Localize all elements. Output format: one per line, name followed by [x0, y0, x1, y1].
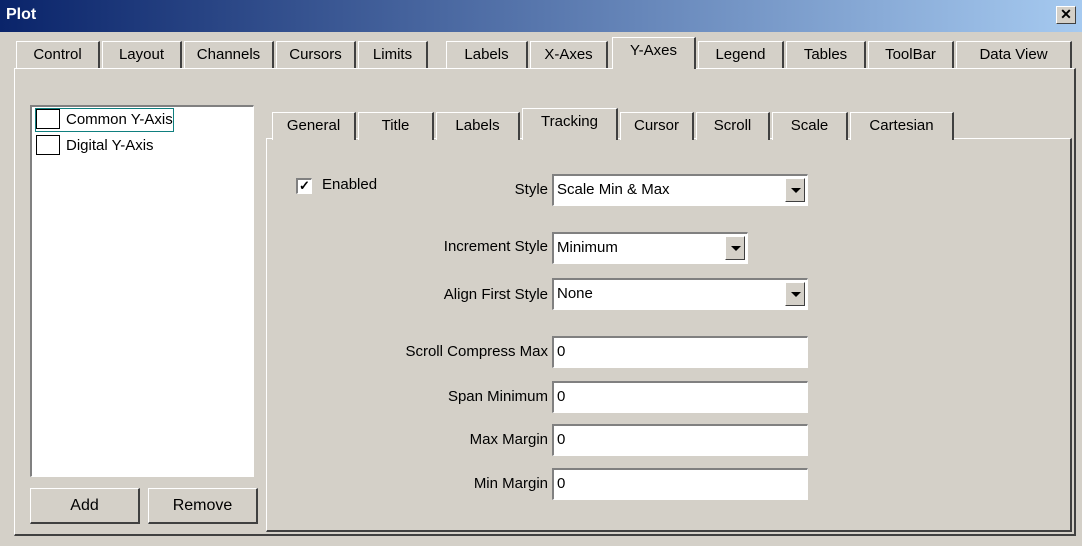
scroll-compress-max-label: Scroll Compress Max	[405, 343, 548, 360]
max-margin-field[interactable]: 0	[552, 424, 808, 456]
remove-button[interactable]: Remove	[148, 488, 258, 524]
window-title: Plot	[6, 6, 37, 23]
align-first-style-select[interactable]: None	[552, 278, 808, 310]
style-label: Style	[514, 181, 548, 198]
tab-toolbar[interactable]: ToolBar	[868, 41, 954, 69]
list-item-label: Digital Y-Axis	[66, 137, 154, 154]
list-item[interactable]: Digital Y-Axis	[36, 135, 154, 157]
tab-channels[interactable]: Channels	[184, 41, 274, 69]
tab-legend[interactable]: Legend	[698, 41, 784, 69]
style-value: Scale Min & Max	[557, 181, 670, 198]
title-bar: Plot ✕	[0, 0, 1082, 32]
enabled-checkbox[interactable]: ✓	[296, 178, 312, 194]
close-icon[interactable]: ✕	[1056, 6, 1076, 24]
increment-style-value: Minimum	[557, 239, 618, 256]
tab-tables[interactable]: Tables	[786, 41, 866, 69]
tab-general[interactable]: General	[272, 112, 356, 140]
add-button[interactable]: Add	[30, 488, 140, 524]
tab-sub-labels[interactable]: Labels	[436, 112, 520, 140]
align-first-style-label: Align First Style	[443, 286, 548, 303]
span-minimum-label: Span Minimum	[447, 388, 548, 405]
span-minimum-field[interactable]: 0	[552, 381, 808, 413]
axis-list[interactable]: Common Y-Axis Digital Y-Axis	[30, 105, 254, 477]
enabled-label: Enabled	[322, 176, 378, 193]
chevron-down-icon[interactable]	[785, 178, 805, 202]
axis-checkbox[interactable]	[36, 109, 60, 130]
tab-x-axes[interactable]: X-Axes	[530, 41, 608, 69]
max-margin-label: Max Margin	[469, 431, 548, 448]
tab-labels[interactable]: Labels	[446, 41, 528, 69]
chevron-down-icon[interactable]	[725, 236, 745, 260]
tab-data-view[interactable]: Data View	[956, 41, 1072, 69]
tab-cartesian[interactable]: Cartesian	[850, 112, 954, 140]
tab-cursors[interactable]: Cursors	[276, 41, 356, 69]
tab-cursor[interactable]: Cursor	[620, 112, 694, 140]
tab-title[interactable]: Title	[358, 112, 434, 140]
axis-checkbox[interactable]	[36, 135, 60, 156]
increment-style-select[interactable]: Minimum	[552, 232, 748, 264]
tab-scale[interactable]: Scale	[772, 112, 848, 140]
chevron-down-icon[interactable]	[785, 282, 805, 306]
tab-scroll[interactable]: Scroll	[696, 112, 770, 140]
style-select[interactable]: Scale Min & Max	[552, 174, 808, 206]
min-margin-field[interactable]: 0	[552, 468, 808, 500]
list-item[interactable]: Common Y-Axis	[35, 108, 174, 132]
scroll-compress-max-field[interactable]: 0	[552, 336, 808, 368]
align-first-style-value: None	[557, 285, 593, 302]
increment-style-label: Increment Style	[443, 238, 548, 255]
tab-tracking[interactable]: Tracking	[522, 108, 618, 140]
tab-layout[interactable]: Layout	[102, 41, 182, 69]
list-item-label: Common Y-Axis	[66, 111, 173, 128]
tab-y-axes[interactable]: Y-Axes	[612, 37, 696, 69]
tab-control[interactable]: Control	[16, 41, 100, 69]
tab-limits[interactable]: Limits	[358, 41, 428, 69]
min-margin-label: Min Margin	[473, 475, 548, 492]
